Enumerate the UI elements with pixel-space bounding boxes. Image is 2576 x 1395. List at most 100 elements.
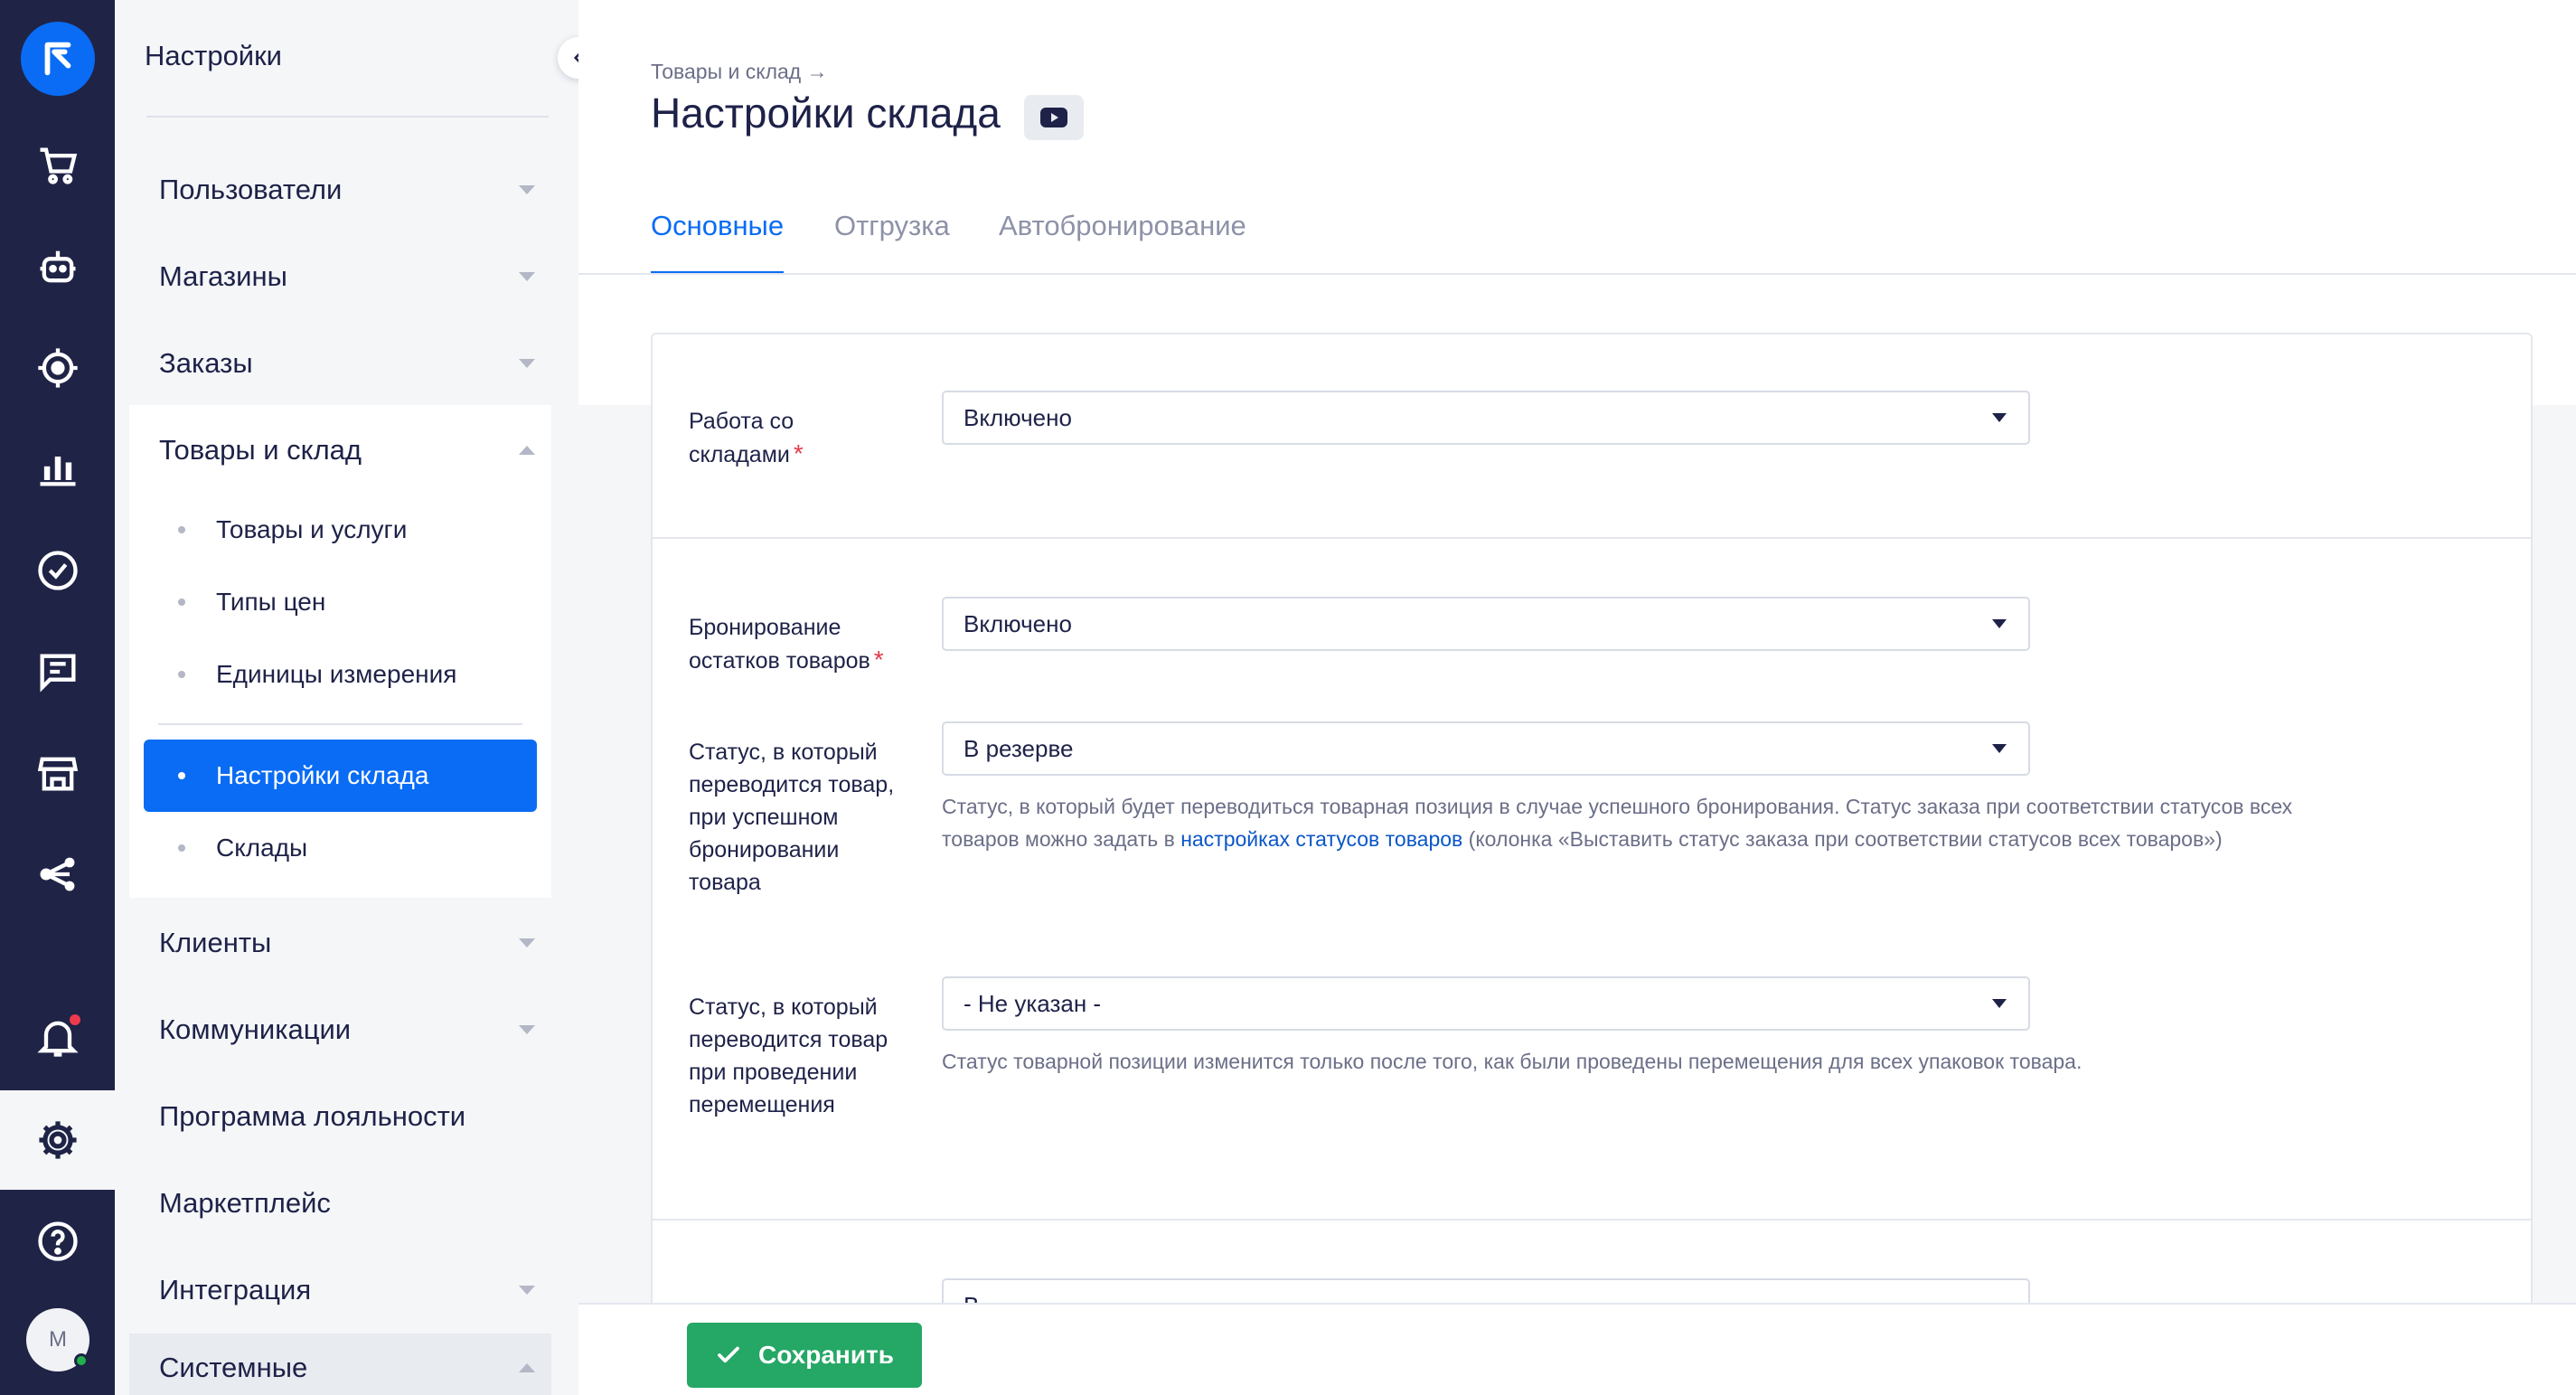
menu-item-goods[interactable]: Товары и склад <box>159 423 548 477</box>
bullet-icon <box>178 772 185 779</box>
menu-item-label: Интеграция <box>159 1274 312 1305</box>
select-value: - Не указан - <box>964 989 1102 1017</box>
section-divider <box>653 537 2531 539</box>
dropdown-arrow-icon <box>1992 999 2007 1008</box>
bullet-icon <box>178 844 185 852</box>
tabs-divider <box>578 273 2576 275</box>
menu-group-system: Системные <box>129 1334 551 1395</box>
dropdown-arrow-icon <box>1992 619 2007 628</box>
help-icon[interactable] <box>0 1192 115 1291</box>
menu-item-label: Заказы <box>159 347 253 379</box>
menu-item-label: Системные <box>159 1352 308 1383</box>
save-button[interactable]: Сохранить <box>687 1323 922 1388</box>
dropdown-arrow-icon <box>1992 744 2007 753</box>
submenu-item-label: Склады <box>216 834 308 862</box>
submenu-item-label: Настройки склада <box>216 761 429 789</box>
settings-icon[interactable] <box>0 1090 115 1190</box>
menu-item-label: Маркетплейс <box>159 1187 331 1219</box>
bullet-icon <box>178 671 185 678</box>
menu-divider <box>146 116 549 118</box>
settings-card: Работа со складами * Включено Бронировани… <box>651 333 2533 1395</box>
dropdown-arrow-icon <box>1992 413 2007 422</box>
video-help-button[interactable] <box>1024 95 1084 140</box>
required-marker: * <box>793 439 804 467</box>
menu-item-communications[interactable]: Коммуникации <box>159 1003 548 1057</box>
logo-icon[interactable] <box>21 22 95 96</box>
bell-icon[interactable] <box>0 987 115 1087</box>
cart-icon[interactable] <box>0 116 115 215</box>
store-icon[interactable] <box>0 723 115 823</box>
select-value: Включено <box>964 403 1072 431</box>
chevron-down-icon <box>519 359 535 368</box>
tab-shipment[interactable]: Отгрузка <box>834 210 950 275</box>
chevron-down-icon <box>519 1025 535 1034</box>
tasks-icon[interactable] <box>0 521 115 620</box>
target-icon[interactable] <box>0 318 115 418</box>
breadcrumb[interactable]: Товары и склад → <box>651 60 828 84</box>
icon-rail: M <box>0 0 115 1395</box>
integrations-icon[interactable] <box>0 825 115 924</box>
submenu-item-products[interactable]: Товары и услуги <box>144 494 537 566</box>
save-button-label: Сохранить <box>758 1341 894 1369</box>
menu-item-marketplace[interactable]: Маркетплейс <box>159 1176 548 1230</box>
submenu-item-units[interactable]: Единицы измерения <box>144 638 537 711</box>
field-label-reservation: Бронирование остатков товаров * <box>689 615 884 674</box>
required-marker: * <box>873 646 884 674</box>
chevron-down-icon <box>519 272 535 281</box>
warehouses-select[interactable]: Включено <box>942 391 2030 445</box>
submenu-item-warehouses[interactable]: Склады <box>144 812 537 884</box>
page-title: Настройки склада <box>651 90 1001 137</box>
menu-item-clients[interactable]: Клиенты <box>159 916 548 970</box>
select-value: В резерве <box>964 734 1074 762</box>
bot-icon[interactable] <box>0 217 115 316</box>
submenu-item-price-types[interactable]: Типы цен <box>144 566 537 638</box>
menu-item-label: Пользователи <box>159 174 343 205</box>
menu-item-loyalty[interactable]: Программа лояльности <box>159 1089 548 1144</box>
menu-item-stores[interactable]: Магазины <box>159 250 548 304</box>
main-content: Товары и склад → Настройки склада Основн… <box>578 0 2576 1395</box>
video-icon <box>1040 108 1067 127</box>
tab-main[interactable]: Основные <box>651 210 785 275</box>
bullet-icon <box>178 599 185 606</box>
menu-title: Настройки <box>145 40 283 71</box>
reserve-status-select[interactable]: В резерве <box>942 721 2030 776</box>
menu-item-label: Коммуникации <box>159 1013 352 1045</box>
menu-item-label: Магазины <box>159 260 287 292</box>
analytics-icon[interactable] <box>0 419 115 518</box>
tab-auto-reservation[interactable]: Автобронирование <box>999 210 1246 275</box>
submenu-item-label: Типы цен <box>216 588 326 616</box>
menu-item-users[interactable]: Пользователи <box>159 163 548 217</box>
chevron-down-icon <box>519 1286 535 1295</box>
footer-bar: Сохранить <box>578 1303 2576 1395</box>
chevron-down-icon <box>519 938 535 947</box>
settings-menu: Настройки Пользователи Магазины Заказы Т… <box>115 0 578 1395</box>
submenu-item-warehouse-settings[interactable]: Настройки склада <box>144 740 537 812</box>
menu-group-goods: Товары и склад Товары и услуги Типы цен … <box>129 405 551 898</box>
section-divider <box>653 1219 2531 1221</box>
notification-dot <box>68 1013 82 1027</box>
menu-item-system[interactable]: Системные <box>159 1341 548 1395</box>
chevron-down-icon <box>519 185 535 194</box>
bullet-icon <box>178 526 185 533</box>
menu-item-orders[interactable]: Заказы <box>159 336 548 391</box>
product-statuses-link[interactable]: настройках статусов товаров <box>1180 827 1462 851</box>
field-label-reserve-status: Статус, в который переводится товар, при… <box>689 740 895 895</box>
move-status-select[interactable]: - Не указан - <box>942 976 2030 1031</box>
online-status-dot <box>74 1353 89 1368</box>
menu-item-label: Программа лояльности <box>159 1100 466 1132</box>
menu-item-label: Клиенты <box>159 927 272 958</box>
menu-item-integration[interactable]: Интеграция <box>159 1263 548 1317</box>
chat-icon[interactable] <box>0 622 115 721</box>
select-value: Включено <box>964 609 1072 637</box>
chevron-up-icon <box>519 1363 535 1372</box>
menu-item-label: Товары и склад <box>159 434 362 466</box>
reserve-status-hint: Статус, в который будет переводиться тов… <box>942 795 2293 851</box>
submenu-divider <box>158 723 522 725</box>
check-icon <box>718 1346 739 1363</box>
move-status-hint: Статус товарной позиции изменится только… <box>942 1050 2082 1073</box>
submenu-item-label: Единицы измерения <box>216 660 457 688</box>
submenu-item-label: Товары и услуги <box>216 515 408 543</box>
reservation-select[interactable]: Включено <box>942 597 2030 651</box>
field-label-warehouses: Работа со складами * <box>689 409 804 467</box>
chevron-up-icon <box>519 446 535 455</box>
